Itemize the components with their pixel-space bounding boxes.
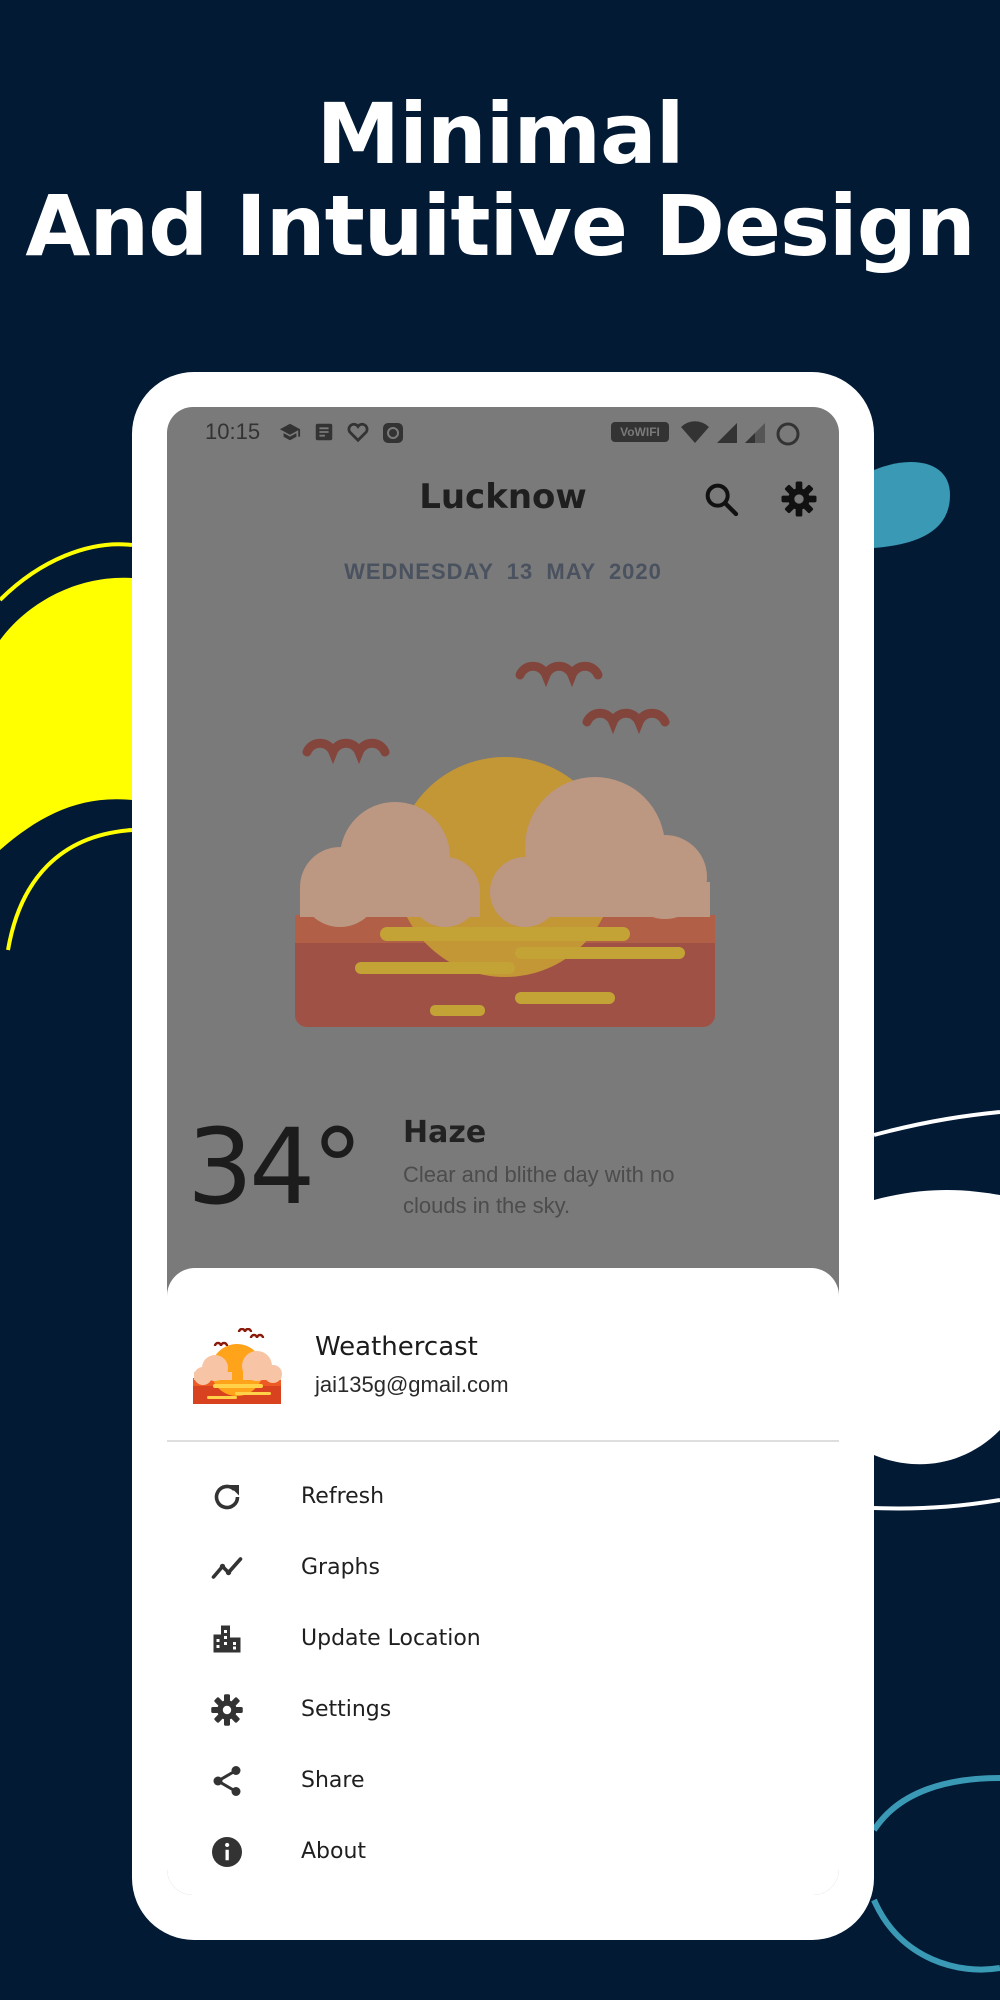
drawer-app-name: Weathercast — [315, 1332, 478, 1362]
vowifi-badge: VoWIFI — [611, 422, 669, 442]
app-badge-icon — [383, 423, 403, 443]
menu-item-label: Refresh — [301, 1484, 385, 1509]
heart-icon — [347, 422, 369, 443]
navigation-drawer: Weathercast jai135g@gmail.com Refresh Gr… — [167, 1268, 839, 1895]
menu-item-label: About — [301, 1839, 367, 1864]
menu-item-graphs[interactable]: Graphs — [167, 1533, 839, 1604]
date-label: WEDNESDAY 13 MAY 2020 — [344, 559, 662, 584]
weather-main-screen: 10:15 VoWIFI Lucknow WEDNESDAY 13 MAY 20… — [167, 407, 839, 1895]
graph-icon — [211, 1557, 243, 1579]
refresh-icon — [214, 1484, 240, 1510]
menu-item-label: Share — [301, 1768, 365, 1793]
menu-item-label: Update Location — [301, 1626, 481, 1651]
haze-sunset-icon — [295, 661, 715, 1027]
yellow-outline-bottom — [6, 828, 133, 951]
white-line-right-bottom — [873, 1498, 1000, 1511]
share-icon — [213, 1766, 241, 1796]
status-time: 10:15 — [205, 419, 261, 444]
menu-item-settings[interactable]: Settings — [167, 1675, 839, 1746]
phone-screen: 10:15 VoWIFI Lucknow WEDNESDAY 13 MAY 20… — [167, 407, 839, 1895]
menu-item-share[interactable]: Share — [167, 1746, 839, 1817]
menu-item-refresh[interactable]: Refresh — [167, 1462, 839, 1533]
graduation-cap-icon — [279, 423, 301, 441]
city-icon — [213, 1625, 241, 1653]
menu-item-about[interactable]: About — [167, 1817, 839, 1888]
search-icon[interactable] — [701, 479, 741, 519]
teal-blob — [874, 462, 950, 548]
headline-line-1: Minimal — [316, 85, 685, 183]
gear-icon[interactable] — [779, 479, 819, 519]
drawer-divider — [167, 1440, 839, 1442]
drawer-account-email: jai135g@gmail.com — [315, 1372, 509, 1397]
gear-icon — [211, 1694, 243, 1726]
temperature: 34° — [187, 1106, 363, 1228]
yellow-outline-top — [0, 542, 133, 602]
app-logo-icon — [193, 1328, 282, 1404]
white-curve-right — [874, 1190, 1000, 1465]
signal-icon — [717, 423, 737, 443]
info-icon — [212, 1837, 242, 1867]
drawer-menu: Refresh Graphs Update Location Settings … — [167, 1462, 839, 1888]
yellow-blob — [0, 577, 132, 850]
menu-item-label: Settings — [301, 1697, 392, 1722]
document-icon — [315, 423, 333, 441]
signal-weak-icon — [745, 423, 765, 443]
battery-ring-icon — [776, 422, 800, 446]
teal-line-bottom — [871, 1775, 1000, 1973]
white-line-right-top — [873, 1110, 1000, 1137]
weather-description: Clear and blithe day with no clouds in t… — [403, 1162, 675, 1218]
menu-item-update-location[interactable]: Update Location — [167, 1604, 839, 1675]
headline-line-2: And Intuitive Design — [25, 177, 975, 275]
weather-condition: Haze — [403, 1115, 487, 1150]
status-bar: 10:15 VoWIFI — [167, 407, 839, 457]
headline: Minimal And Intuitive Design — [0, 88, 1000, 272]
menu-item-label: Graphs — [301, 1555, 380, 1580]
wifi-icon — [681, 421, 709, 443]
